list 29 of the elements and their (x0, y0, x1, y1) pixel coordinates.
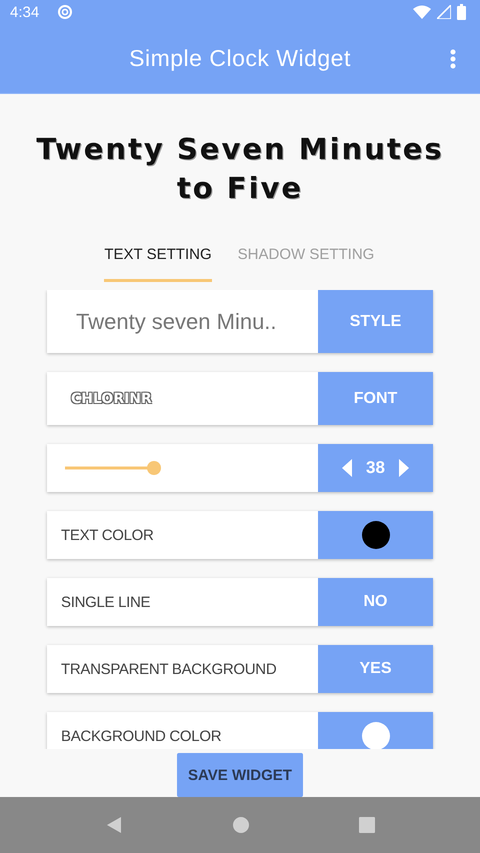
battery-icon (457, 4, 466, 20)
save-widget-button[interactable]: SAVE WIDGET (177, 753, 303, 797)
settings-tab[interactable]: SHADOW SETTING (236, 230, 376, 282)
setting-button[interactable]: STYLE (318, 290, 433, 353)
setting-label: BACKGROUND COLOR (61, 728, 222, 744)
size-value: 38 (366, 458, 385, 478)
color-button[interactable] (318, 511, 433, 559)
font-preview: CHLORINR (70, 390, 152, 406)
setting-label: SINGLE LINE (61, 594, 150, 610)
back-icon[interactable] (104, 816, 123, 834)
setting-button[interactable]: NO (318, 578, 433, 626)
app-title: Simple Clock Widget (129, 45, 351, 72)
home-icon[interactable] (232, 816, 250, 834)
setting-button[interactable]: YES (318, 645, 433, 693)
signal-icon (437, 5, 451, 19)
sync-icon (57, 4, 74, 20)
setting-button[interactable]: FONT (318, 372, 433, 425)
color-button[interactable] (318, 712, 433, 749)
recents-icon[interactable] (359, 817, 376, 833)
more-icon[interactable] (450, 49, 456, 69)
status-time: 4:34 (10, 4, 40, 20)
left-arrow-icon[interactable] (342, 459, 352, 477)
right-arrow-icon[interactable] (398, 459, 409, 477)
settings-tab[interactable]: TEXT SETTING (104, 230, 212, 282)
text-value: Twenty seven Minu.. (75, 308, 277, 334)
setting-label: TEXT COLOR (61, 526, 154, 544)
wifi-icon (413, 5, 431, 19)
setting-label: TRANSPARENT BACKGROUND (61, 660, 276, 678)
clock-preview-text: Twenty Seven Minutes to Five (35, 130, 445, 207)
